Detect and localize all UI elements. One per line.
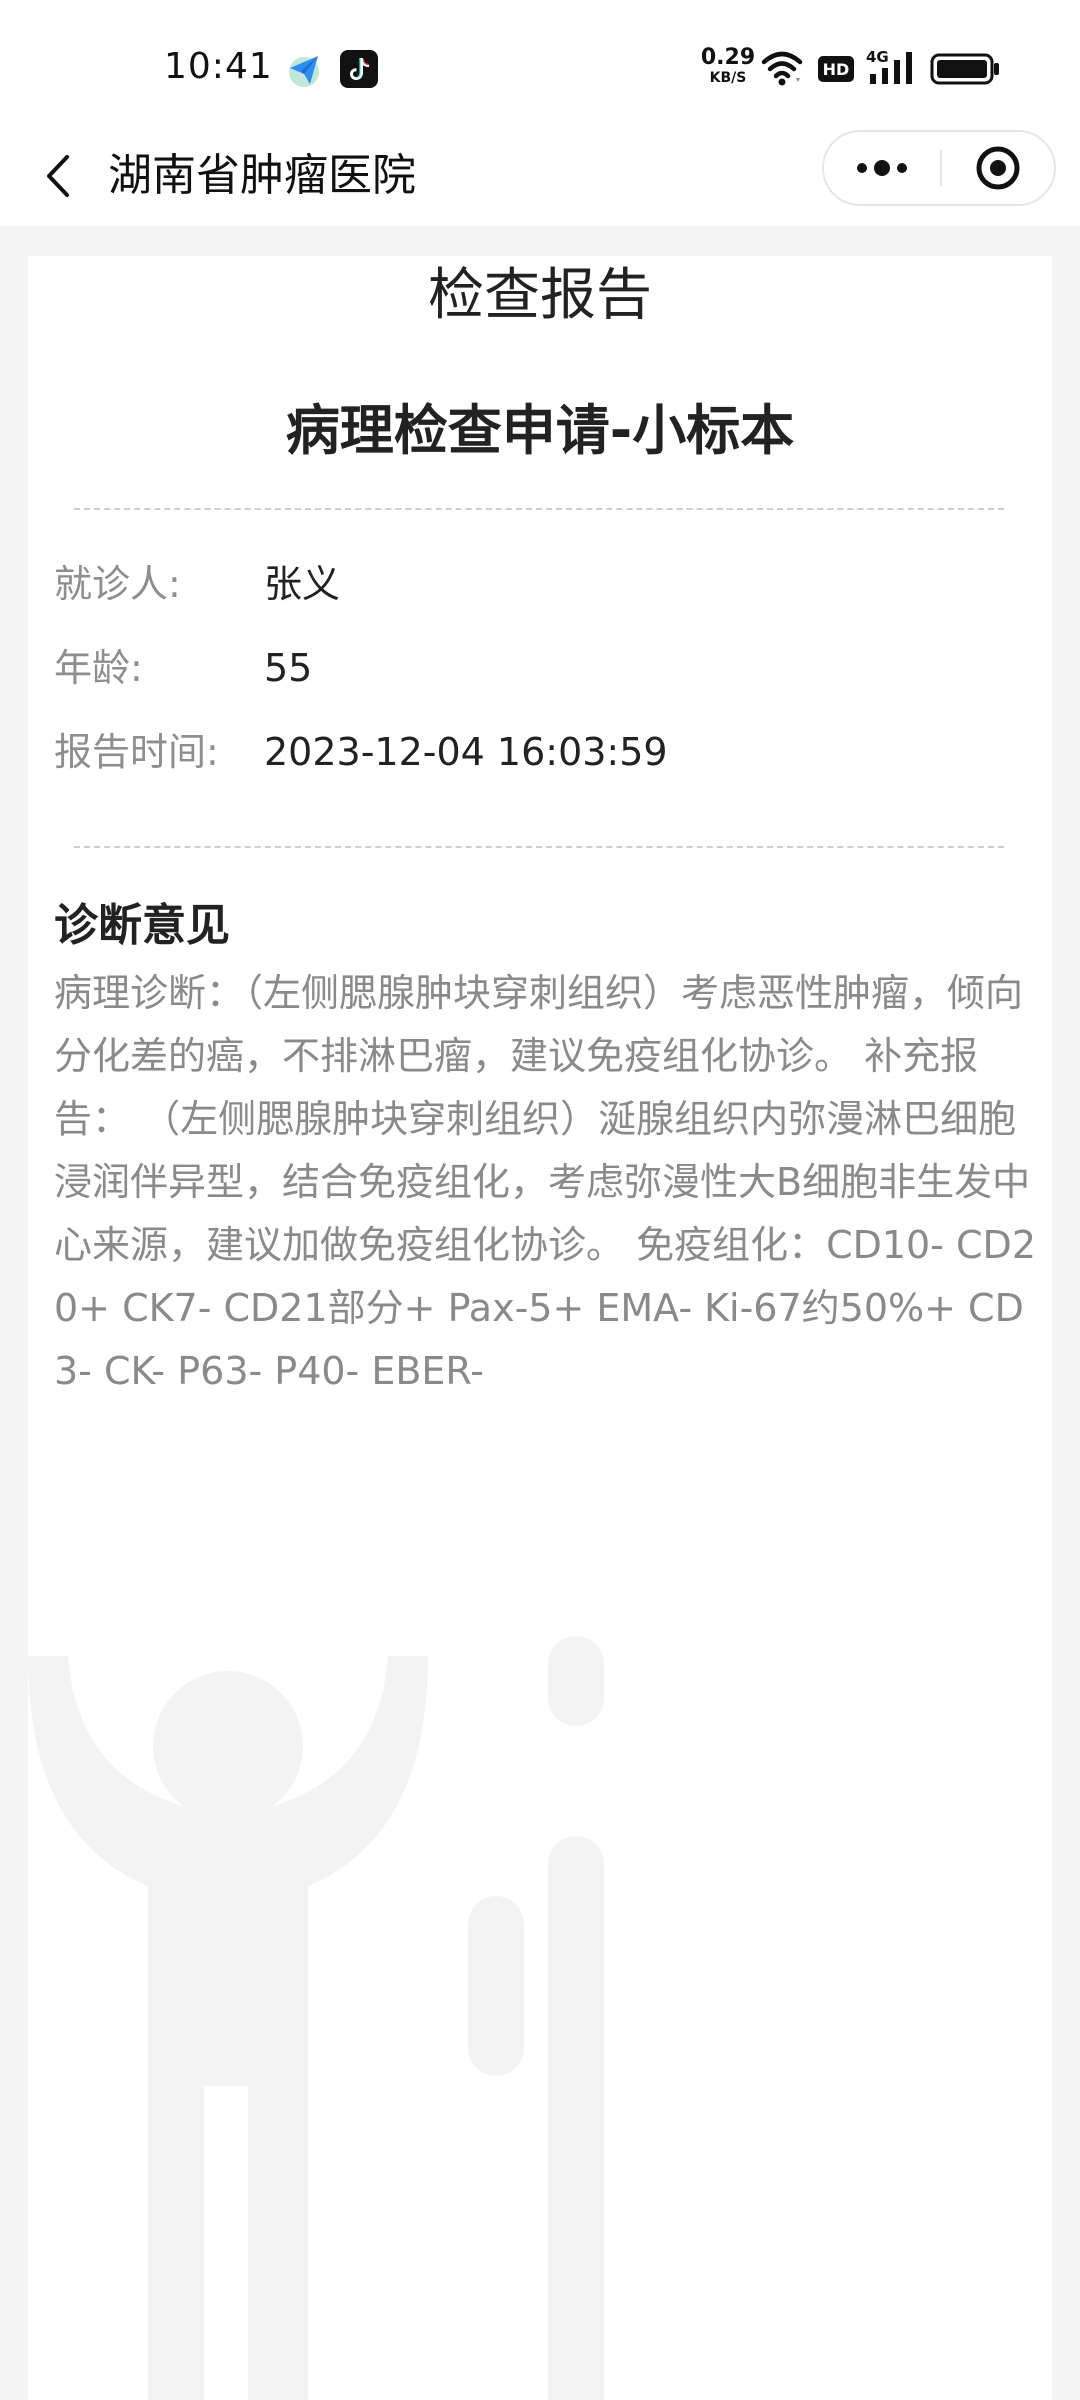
patient-row: 就诊人: 张义: [54, 554, 340, 614]
status-bar: 10:41 0.29 KB/S HD 4G: [0, 0, 1080, 130]
network-speed: 0.29 KB/S: [700, 45, 756, 88]
wifi-icon: [761, 51, 803, 86]
navigation-bar: 湖南省肿瘤医院: [0, 130, 1080, 226]
send-app-icon: [289, 56, 319, 87]
close-mini-program-button[interactable]: [942, 132, 1054, 204]
report-heading: 检查报告: [428, 263, 652, 328]
hospital-logo-watermark: [28, 1636, 604, 2400]
signal-4g-icon: 4G: [866, 48, 912, 84]
hd-icon: HD: [818, 56, 854, 82]
report-time-label: 报告时间:: [54, 730, 219, 774]
diagnosis-section-title: 诊断意见: [54, 900, 230, 951]
divider: [74, 846, 1004, 848]
age-row: 年龄: 55: [54, 638, 312, 698]
more-dots-icon: [857, 160, 907, 176]
svg-text:4G: 4G: [866, 48, 889, 66]
patient-value: 张义: [264, 562, 341, 606]
report-time-row: 报告时间: 2023-12-04 16:03:59: [54, 722, 668, 782]
report-card: 检查报告 病理检查申请-小标本 就诊人: 张义 年龄: 55 报告时间: 2023-1…: [28, 256, 1052, 2400]
tiktok-icon: [340, 50, 378, 88]
screen: 10:41 0.29 KB/S HD 4G 湖南省肿瘤医院 检查报告 病理检查申…: [0, 0, 1080, 2400]
patient-label: 就诊人:: [54, 562, 181, 606]
back-button[interactable]: [28, 144, 88, 208]
divider: [74, 508, 1004, 510]
network-speed-value: 0.29: [700, 45, 756, 70]
network-speed-unit: KB/S: [709, 70, 747, 86]
report-time-value: 2023-12-04 16:03:59: [264, 730, 668, 774]
target-circle-icon: [976, 146, 1020, 190]
page-title: 湖南省肿瘤医院: [108, 150, 416, 201]
age-value: 55: [264, 646, 313, 690]
mini-program-capsule: [822, 130, 1056, 206]
more-button[interactable]: [824, 132, 940, 204]
report-title: 病理检查申请-小标本: [285, 399, 795, 462]
diagnosis-text: 病理诊断：（左侧腮腺肿块穿刺组织）考虑恶性肿瘤，倾向分化差的癌，不排淋巴瘤，建议…: [54, 971, 1036, 1393]
battery-icon: [930, 53, 999, 85]
age-label: 年龄:: [54, 646, 143, 690]
status-time: 10:41: [164, 46, 273, 87]
chevron-left-icon: [47, 155, 69, 197]
